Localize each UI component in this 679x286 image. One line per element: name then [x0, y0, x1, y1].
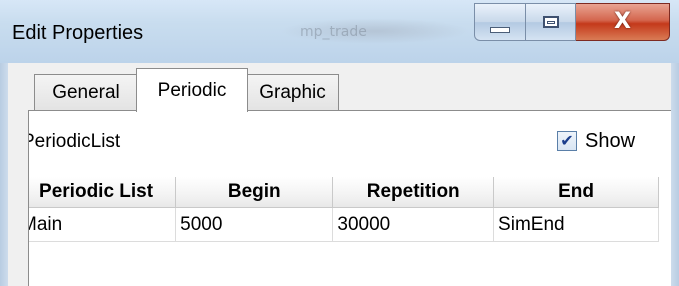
show-checkbox[interactable]: ✔: [557, 131, 577, 151]
cell-begin[interactable]: 5000: [175, 207, 334, 242]
cell-periodic-list[interactable]: Main: [29, 207, 177, 242]
window-title: Edit Properties: [12, 22, 144, 44]
tab-graphic-label: Graphic: [259, 82, 326, 103]
window-frame-left: [0, 63, 8, 286]
maximize-icon: [542, 16, 559, 28]
cell-end[interactable]: SimEnd: [493, 207, 659, 242]
client-area: General Periodic Graphic PeriodicList ✔ …: [8, 63, 671, 286]
close-icon: X: [614, 9, 631, 34]
tab-general-label: General: [52, 82, 120, 103]
tab-periodic-label: Periodic: [157, 79, 227, 101]
show-checkbox-label[interactable]: Show: [585, 130, 635, 153]
periodic-list-label: PeriodicList: [29, 131, 209, 153]
tab-periodic[interactable]: Periodic: [136, 68, 248, 112]
periodic-list-grid: Periodic List Begin Repetition End Main …: [29, 177, 659, 286]
window-frame-right: [671, 63, 679, 286]
checkmark-icon: ✔: [560, 131, 574, 150]
maximize-button[interactable]: [526, 3, 576, 41]
close-button[interactable]: X: [576, 3, 670, 41]
grid-header-row: Periodic List Begin Repetition End: [29, 177, 659, 208]
column-header-periodic-list-text: Periodic List: [39, 181, 154, 202]
column-header-end[interactable]: End: [493, 177, 659, 208]
background-window-title: mp_trade: [300, 24, 367, 40]
column-header-repetition[interactable]: Repetition: [332, 177, 495, 208]
table-row[interactable]: Main 5000 30000 SimEnd: [29, 207, 659, 242]
column-header-begin[interactable]: Begin: [175, 177, 334, 208]
cell-periodic-list-text: Main: [29, 213, 63, 235]
tab-graphic[interactable]: Graphic: [246, 74, 339, 111]
edit-properties-window: mp_trade Edit Properties X General Perio…: [0, 0, 679, 286]
tab-general[interactable]: General: [34, 74, 138, 111]
caption-buttons: X: [474, 3, 670, 41]
column-header-periodic-list[interactable]: Periodic List: [29, 177, 177, 208]
minimize-icon: [490, 27, 510, 33]
minimize-button[interactable]: [474, 3, 526, 41]
cell-repetition[interactable]: 30000: [332, 207, 495, 242]
title-bar[interactable]: mp_trade Edit Properties X: [0, 0, 679, 63]
periodic-tab-panel: PeriodicList ✔ Show Periodic List Begin …: [28, 110, 671, 286]
periodic-list-label-text: PeriodicList: [29, 131, 121, 152]
